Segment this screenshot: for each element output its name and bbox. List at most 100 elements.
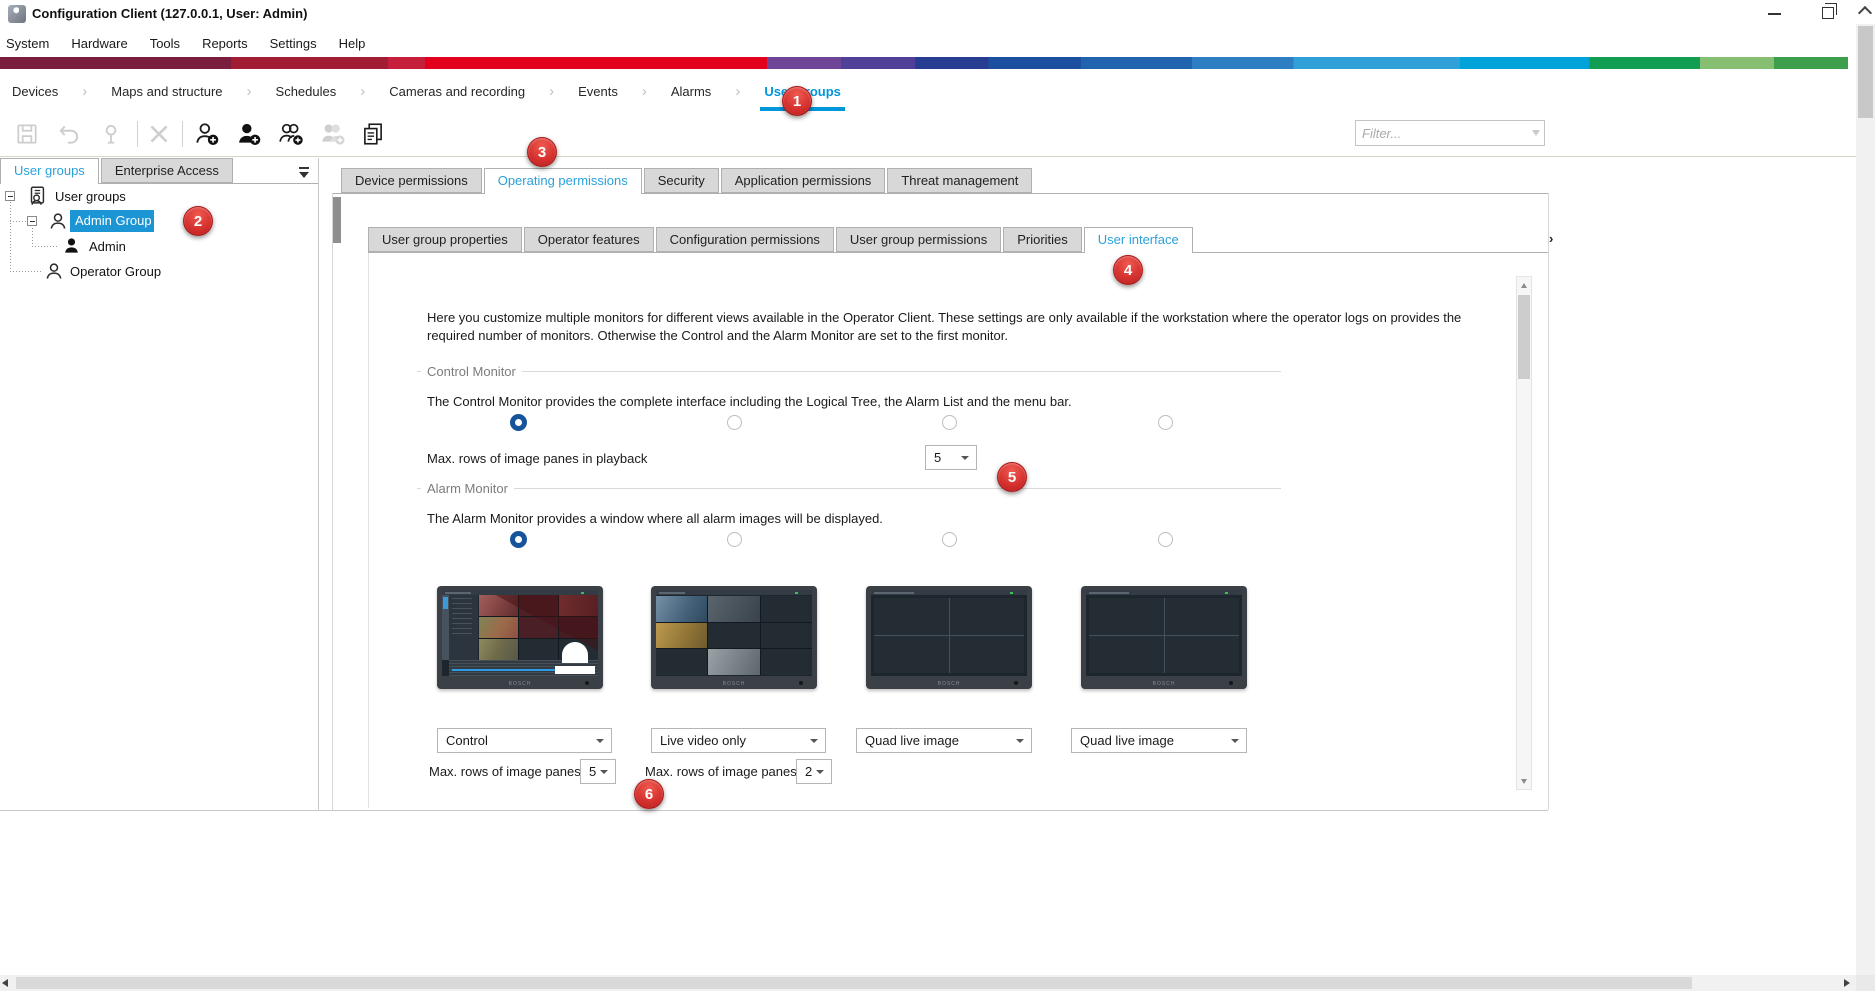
group-line — [417, 488, 1281, 489]
tab-device-permissions[interactable]: Device permissions — [341, 168, 482, 193]
user-icon — [62, 236, 81, 255]
scroll-right-button[interactable] — [1844, 979, 1850, 987]
window-title: Configuration Client (127.0.0.1, User: A… — [32, 6, 307, 21]
monitor1-view-dropdown[interactable]: Control — [437, 728, 612, 753]
dock-menu-icon[interactable] — [298, 166, 310, 178]
monitor-option-radio[interactable] — [1158, 532, 1173, 547]
tab-security[interactable]: Security — [644, 168, 719, 193]
control-monitor-description: The Control Monitor provides the complet… — [427, 394, 1072, 409]
monitor-option-radio[interactable] — [510, 414, 527, 431]
menu-system[interactable]: System — [6, 36, 49, 51]
activate-icon[interactable] — [98, 121, 124, 147]
monitor-option-radio[interactable] — [510, 531, 527, 548]
tab-configuration-permissions[interactable]: Configuration permissions — [656, 227, 834, 252]
outer-vertical-scrollbar[interactable] — [1856, 0, 1875, 975]
monitor-option-radio[interactable] — [727, 415, 742, 430]
nav-schedules[interactable]: Schedules — [276, 84, 337, 99]
monitor2-view-dropdown[interactable]: Live video only — [651, 728, 826, 753]
tab-operating-permissions[interactable]: Operating permissions — [484, 168, 642, 194]
monitor4-view-dropdown[interactable]: Quad live image — [1071, 728, 1247, 753]
scroll-up-button[interactable] — [1517, 277, 1531, 293]
alarm-beacon-icon — [555, 642, 595, 674]
tab-threat-management[interactable]: Threat management — [887, 168, 1032, 193]
tab-operator-features[interactable]: Operator features — [524, 227, 654, 252]
power-led — [799, 681, 803, 685]
sidebar-tabs: User groups Enterprise Access — [0, 158, 235, 184]
tab-user-groups[interactable]: User groups — [0, 158, 99, 184]
tab-priorities[interactable]: Priorities — [1003, 227, 1082, 252]
tab-application-permissions[interactable]: Application permissions — [721, 168, 886, 193]
restore-button[interactable] — [1822, 7, 1834, 19]
tab-user-group-properties[interactable]: User group properties — [368, 227, 522, 252]
control-monitor-group-title: Control Monitor — [421, 364, 522, 379]
nav-devices[interactable]: Devices — [12, 84, 58, 99]
monitor-screen — [871, 590, 1027, 676]
nav-alarms[interactable]: Alarms — [671, 84, 711, 99]
nav-maps-and-structure[interactable]: Maps and structure — [111, 84, 222, 99]
menu-help[interactable]: Help — [339, 36, 366, 51]
scrollbar-thumb[interactable] — [1518, 295, 1530, 379]
menu-settings[interactable]: Settings — [270, 36, 317, 51]
new-dual-authorization-group-icon[interactable] — [278, 121, 304, 147]
nav-cameras-and-recording[interactable]: Cameras and recording — [389, 84, 525, 99]
callout-badge-2: 2 — [183, 206, 213, 236]
monitor-option-radio[interactable] — [727, 532, 742, 547]
save-icon[interactable] — [14, 121, 40, 147]
chevron-right-icon: › — [549, 83, 554, 100]
delete-icon[interactable] — [146, 121, 172, 147]
copy-icon[interactable] — [360, 121, 386, 147]
monitor-image-grid — [1089, 598, 1239, 673]
callout-badge-3: 3 — [527, 137, 557, 167]
scrollbar-corner — [1856, 975, 1875, 991]
minimize-button[interactable] — [1768, 13, 1781, 15]
monitor-option-radio[interactable] — [942, 532, 957, 547]
splitter-grip[interactable] — [333, 197, 341, 243]
outer-horizontal-scrollbar[interactable] — [0, 975, 1856, 991]
tab-user-interface[interactable]: User interface — [1084, 227, 1193, 253]
bosch-logo: BOSCH — [509, 681, 532, 687]
new-user-icon[interactable] — [236, 121, 262, 147]
sub-tab-strip: User group properties Operator features … — [368, 227, 1195, 253]
tab-scroll-right-button[interactable]: › — [1549, 231, 1553, 246]
scrollbar-thumb[interactable] — [1858, 26, 1873, 118]
monitor-screen — [442, 590, 598, 676]
tree-item-operator-group[interactable]: Operator Group — [70, 264, 161, 279]
monitor2-max-rows-dropdown[interactable]: 2 — [796, 759, 832, 784]
scroll-down-button[interactable] — [1517, 773, 1531, 789]
alarm-monitor-group-title: Alarm Monitor — [421, 481, 514, 496]
monitor-titlebar — [1086, 590, 1242, 595]
tree-expander-root[interactable] — [5, 191, 15, 201]
monitor1-max-rows-dropdown[interactable]: 5 — [580, 759, 616, 784]
tab-enterprise-access[interactable]: Enterprise Access — [101, 158, 233, 183]
main-tab-strip: Device permissions Operating permissions… — [341, 168, 1034, 194]
callout-badge-1: 1 — [782, 86, 812, 116]
max-rows-playback-dropdown[interactable]: 5 — [925, 445, 977, 470]
monitor-titlebar — [656, 590, 812, 595]
monitor1-max-rows-label: Max. rows of image panes — [429, 764, 581, 779]
max-rows-playback-label: Max. rows of image panes in playback — [427, 451, 647, 466]
scrollbar-thumb[interactable] — [16, 977, 1692, 989]
toolbar — [0, 112, 1856, 157]
monitor3-view-dropdown[interactable]: Quad live image — [856, 728, 1032, 753]
new-dual-user-icon[interactable] — [320, 121, 346, 147]
scroll-left-button[interactable] — [2, 979, 8, 987]
tree-item-admin-group[interactable]: Admin Group — [70, 210, 154, 232]
title-bar: Configuration Client (127.0.0.1, User: A… — [0, 0, 1856, 28]
tree-item-user-groups[interactable]: User groups — [55, 189, 126, 204]
menu-reports[interactable]: Reports — [202, 36, 248, 51]
tree-expander-admin-group[interactable] — [27, 216, 37, 226]
menu-tools[interactable]: Tools — [150, 36, 180, 51]
content-scrollbar[interactable] — [1516, 276, 1532, 790]
tree-connector — [10, 221, 28, 222]
new-user-group-icon[interactable] — [194, 121, 220, 147]
monitor-option-radio[interactable] — [942, 415, 957, 430]
tree-item-admin[interactable]: Admin — [89, 239, 126, 254]
power-led — [1014, 681, 1018, 685]
menu-hardware[interactable]: Hardware — [71, 36, 127, 51]
scroll-up-button[interactable] — [1856, 0, 1875, 24]
nav-events[interactable]: Events — [578, 84, 618, 99]
monitor-option-radio[interactable] — [1158, 415, 1173, 430]
filter-input[interactable] — [1362, 123, 1527, 143]
tab-user-group-permissions[interactable]: User group permissions — [836, 227, 1001, 252]
undo-icon[interactable] — [56, 121, 82, 147]
